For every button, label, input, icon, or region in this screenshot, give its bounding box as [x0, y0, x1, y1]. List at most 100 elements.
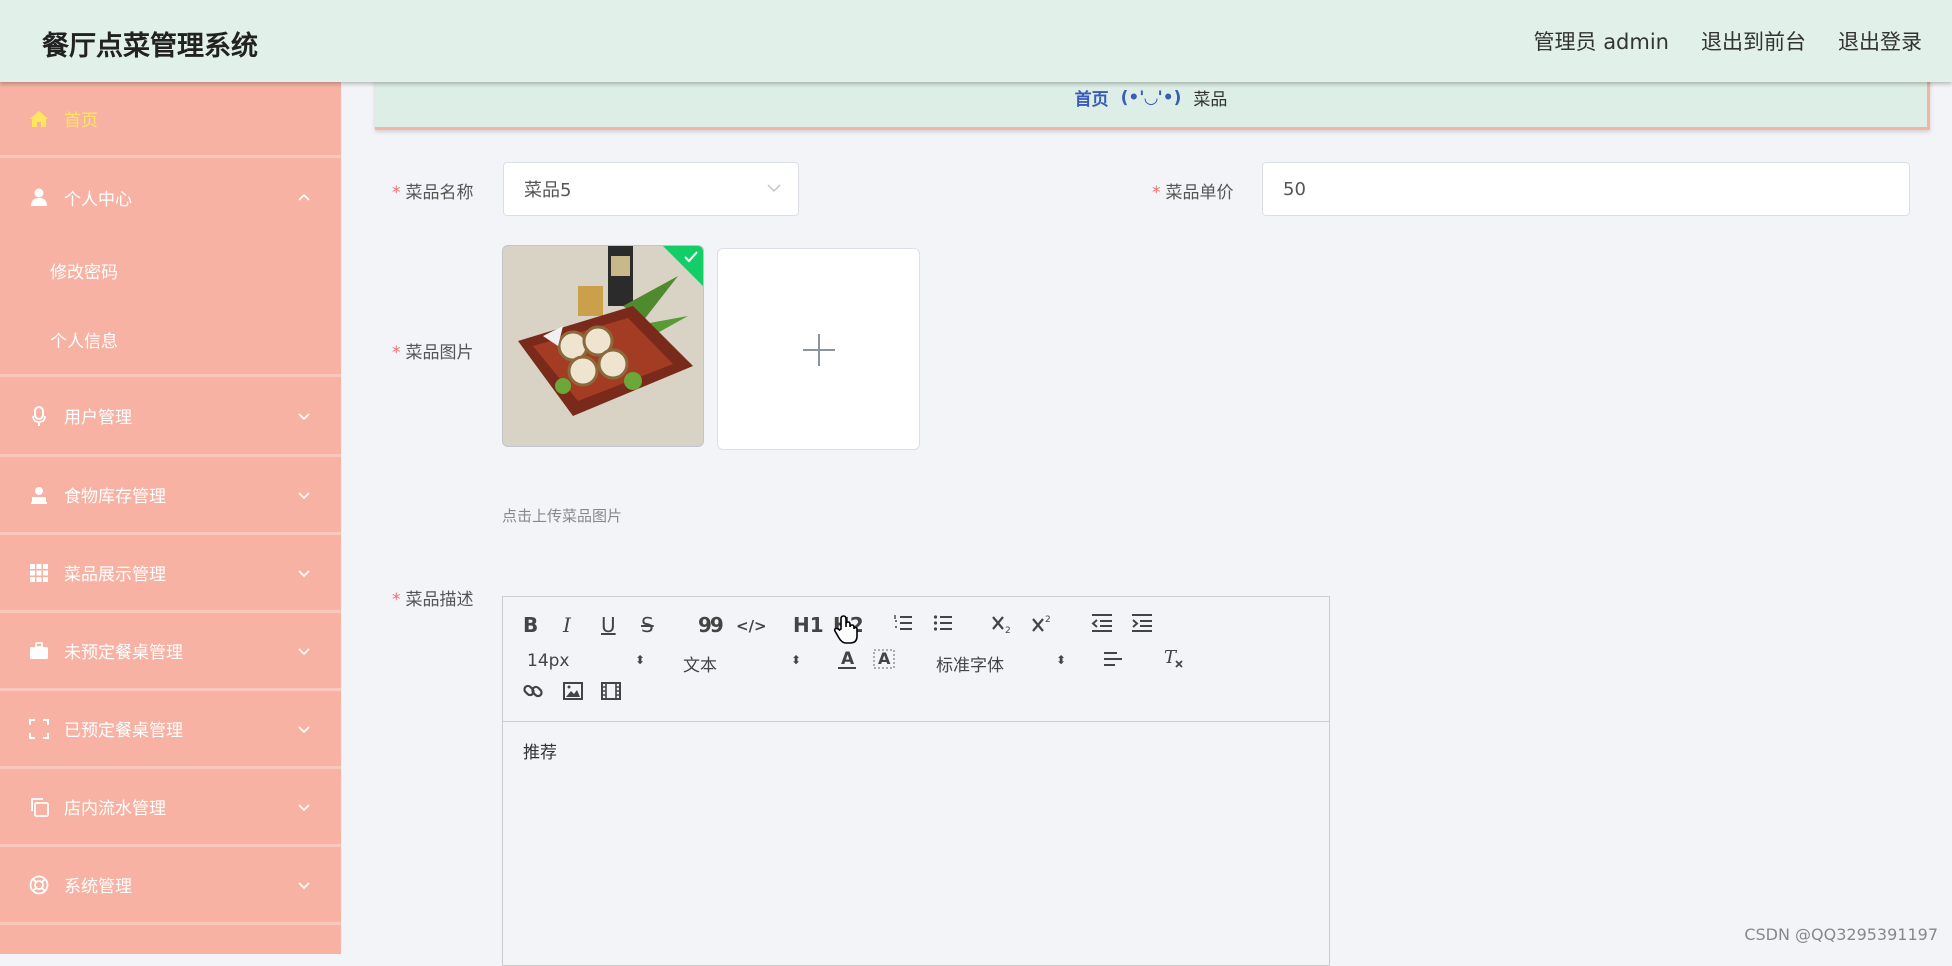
upload-hint: 点击上传菜品图片 [502, 507, 623, 525]
header-links: 管理员 admin 退出到前台 退出登录 [1534, 26, 1922, 56]
dish-image-thumbnail[interactable] [502, 245, 704, 447]
editor-content[interactable]: 推荐 [503, 722, 1329, 779]
sidebar-item-reserved-tables[interactable]: 已预定餐桌管理 [0, 691, 341, 769]
sidebar-item-food-inventory[interactable]: 食物库存管理 [0, 457, 341, 535]
subscript-icon[interactable]: 2 [991, 613, 1013, 640]
check-icon [683, 249, 699, 268]
dish-price-input[interactable]: 50 [1262, 162, 1910, 216]
hand-cursor-icon [833, 615, 859, 650]
underline-button[interactable]: U [601, 613, 616, 637]
dish-name-value: 菜品5 [524, 180, 572, 201]
breadcrumb-separator: (•'◡'•) [1120, 87, 1182, 108]
code-block-button[interactable]: </> [736, 614, 767, 638]
app-title: 餐厅点菜管理系统 [42, 31, 258, 62]
svg-text:2: 2 [1045, 615, 1051, 625]
h1-button[interactable]: H1 [793, 613, 824, 637]
chevron-down-icon [766, 180, 782, 201]
image-icon[interactable] [563, 681, 583, 705]
superscript-icon[interactable]: 2 [1031, 613, 1053, 640]
dish-price-label-text: 菜品单价 [1165, 183, 1234, 203]
sidebar-item-label: 个人中心 [64, 189, 132, 210]
svg-text:A: A [878, 649, 891, 668]
briefcase-icon [28, 640, 50, 662]
clear-format-icon[interactable]: T [1163, 647, 1185, 674]
required-mark: * [392, 183, 401, 203]
copy-icon [28, 796, 50, 818]
sidebar-item-label: 菜品展示管理 [64, 565, 166, 585]
bold-button[interactable]: B [523, 613, 538, 637]
logout-link[interactable]: 退出登录 [1838, 26, 1922, 56]
chevron-down-icon [297, 641, 311, 661]
ordered-list-icon[interactable] [893, 613, 913, 638]
bullet-list-icon[interactable] [933, 613, 953, 638]
chevron-down-icon [297, 797, 311, 817]
sidebar-subitem-personal-info[interactable]: 个人信息 [0, 305, 341, 374]
breadcrumb-home[interactable]: 首页 [1075, 85, 1109, 110]
header-select[interactable]: 文本 ⬍ [683, 651, 801, 676]
sidebar-item-personal[interactable]: 个人中心 [0, 158, 341, 236]
dish-image-label-text: 菜品图片 [405, 343, 474, 363]
required-mark: * [392, 590, 401, 610]
video-icon[interactable] [601, 681, 621, 705]
dish-desc-label-text: 菜品描述 [405, 590, 474, 610]
font-family-select[interactable]: 标准字体 ⬍ [936, 651, 1066, 676]
sidebar-item-home[interactable]: 首页 [0, 82, 341, 158]
plus-icon [802, 333, 836, 371]
link-icon[interactable] [523, 681, 543, 706]
chevron-down-icon [297, 875, 311, 895]
align-left-icon[interactable] [1103, 649, 1123, 674]
select-caret-icon: ⬍ [1056, 653, 1067, 667]
dish-name-label: * 菜品名称 [392, 178, 474, 203]
admin-label[interactable]: 管理员 admin [1534, 26, 1669, 56]
sidebar-item-label: 已预定餐桌管理 [64, 721, 183, 741]
dish-price-label: * 菜品单价 [1152, 178, 1234, 203]
select-caret-icon: ⬍ [635, 653, 646, 667]
sidebar-item-cash-flow[interactable]: 店内流水管理 [0, 769, 341, 847]
sidebar-item-dish-display[interactable]: 菜品展示管理 [0, 535, 341, 613]
required-mark: * [1152, 183, 1161, 203]
chevron-down-icon [297, 563, 311, 583]
font-size-value: 14px [527, 651, 570, 671]
font-family-value: 标准字体 [936, 656, 1004, 676]
top-header: 餐厅点菜管理系统 管理员 admin 退出到前台 退出登录 [0, 0, 1952, 82]
dish-name-label-text: 菜品名称 [405, 183, 474, 203]
exit-to-front-link[interactable]: 退出到前台 [1701, 26, 1806, 56]
sidebar-item-user-management[interactable]: 用户管理 [0, 377, 341, 457]
sidebar-item-label: 系统管理 [64, 877, 132, 897]
microphone-icon [28, 405, 50, 427]
indent-icon[interactable] [1131, 613, 1153, 638]
watermark: CSDN @QQ3295391197 [1744, 925, 1938, 944]
sidebar-item-system[interactable]: 系统管理 [0, 847, 341, 925]
chevron-up-icon [297, 187, 311, 207]
select-caret-icon: ⬍ [791, 653, 802, 667]
font-size-select[interactable]: 14px ⬍ [527, 651, 645, 671]
sidebar-group-personal: 个人中心 修改密码 个人信息 [0, 158, 341, 377]
blockquote-button[interactable]: 99 [698, 613, 724, 637]
strike-button[interactable]: S [641, 613, 654, 637]
sidebar-item-unreserved-tables[interactable]: 未预定餐桌管理 [0, 613, 341, 691]
dish-desc-label: * 菜品描述 [392, 585, 474, 610]
sidebar-item-label: 首页 [64, 111, 98, 131]
chevron-down-icon [297, 406, 311, 426]
outdent-icon[interactable] [1091, 613, 1113, 638]
italic-button[interactable]: I [563, 613, 571, 637]
dish-name-select[interactable]: 菜品5 [503, 162, 799, 216]
font-color-icon[interactable]: A [836, 647, 858, 676]
svg-text:2: 2 [1005, 626, 1011, 635]
sidebar-item-label: 店内流水管理 [64, 799, 166, 819]
editor-toolbar: B I U S 99 </> H1 H2 2 2 14px ⬍ 文本 [503, 597, 1329, 722]
sidebar-subitem-change-password[interactable]: 修改密码 [0, 236, 341, 305]
header-select-value: 文本 [683, 656, 717, 676]
home-icon [28, 108, 50, 130]
svg-text:T: T [1164, 647, 1178, 668]
lifebuoy-icon [28, 874, 50, 896]
background-color-icon[interactable]: A [873, 647, 895, 676]
upload-image-button[interactable] [717, 248, 920, 450]
grid-icon [28, 562, 50, 584]
user-icon [28, 186, 50, 208]
dish-image-label: * 菜品图片 [392, 338, 474, 363]
chevron-down-icon [297, 485, 311, 505]
rich-text-editor: B I U S 99 </> H1 H2 2 2 14px ⬍ 文本 [502, 596, 1330, 966]
svg-text:A: A [841, 649, 855, 669]
chevron-down-icon [297, 719, 311, 739]
